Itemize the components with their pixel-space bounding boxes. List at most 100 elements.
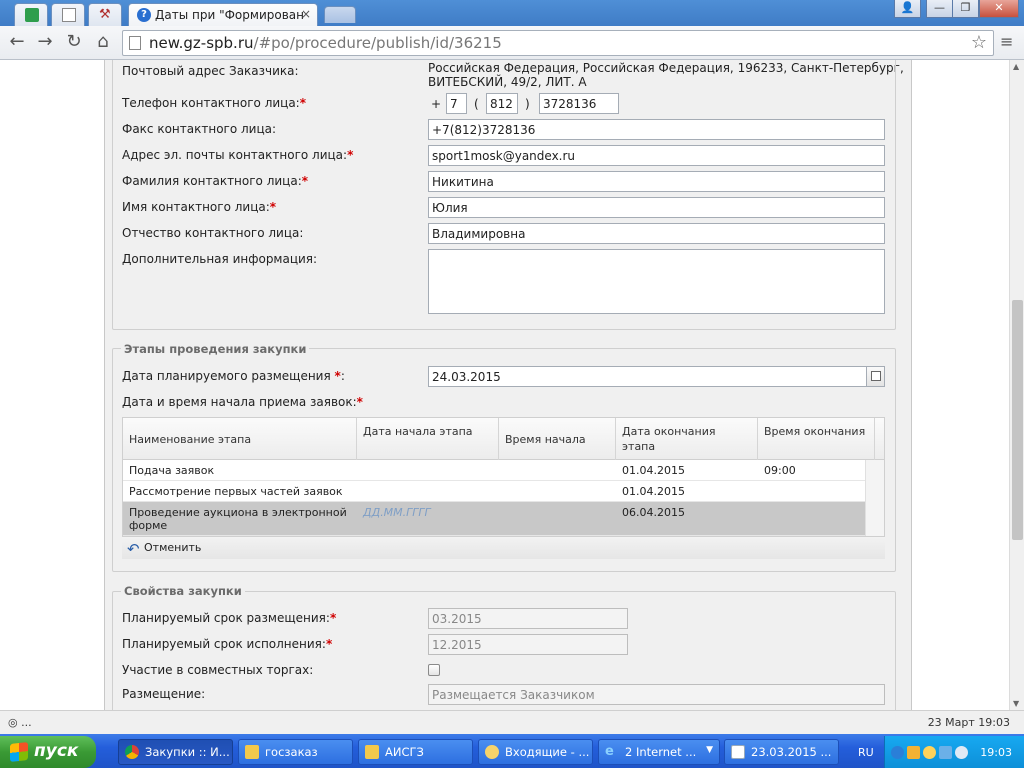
stages-legend: Этапы проведения закупки xyxy=(121,342,310,356)
required-mark: * xyxy=(356,395,363,409)
document-icon xyxy=(62,8,76,22)
taskbar-item-label: 23.03.2015 ... xyxy=(751,745,832,759)
profile-icon[interactable]: 👤 xyxy=(894,0,921,18)
cell-end-time[interactable] xyxy=(758,502,865,506)
taskbar-item-chrome[interactable]: Закупки :: И... xyxy=(118,739,233,765)
windows-taskbar: пуск Закупки :: И... госзаказ АИСГЗ Вход… xyxy=(0,734,1024,768)
address-bar[interactable]: new.gz-spb.ru/#po/procedure/publish/id/3… xyxy=(122,30,994,56)
props-legend: Свойства закупки xyxy=(121,584,245,598)
url-text[interactable]: new.gz-spb.ru/#po/procedure/publish/id/3… xyxy=(149,34,502,52)
tab-active-procedure[interactable]: ? Даты при "Формирование и × xyxy=(128,3,318,26)
col-end-time[interactable]: Время окончания xyxy=(758,418,875,460)
scroll-thumb[interactable] xyxy=(1012,300,1023,540)
cell-start-time[interactable] xyxy=(499,481,616,485)
table-row[interactable]: Подача заявок 01.04.2015 09:00 xyxy=(123,460,865,481)
grid-header: Наименование этапа Дата начала этапа Вре… xyxy=(123,418,884,460)
scroll-down-icon[interactable]: ▼ xyxy=(1013,699,1019,708)
system-tray: 19:03 xyxy=(884,736,1024,768)
menu-icon[interactable]: ≡ xyxy=(1000,32,1013,51)
cell-start-date-placeholder[interactable]: ДД.ММ.ГГГГ xyxy=(357,502,499,519)
cell-end-date[interactable]: 01.04.2015 xyxy=(616,460,758,477)
table-row-selected[interactable]: Проведение аукциона в электронной форме … xyxy=(123,502,865,536)
new-tab-button[interactable] xyxy=(324,6,356,23)
start-label: пуск xyxy=(34,741,79,761)
taskbar-item-label: Закупки :: И... xyxy=(145,745,230,759)
placement-label: Размещение: xyxy=(122,687,206,701)
cell-stage-name: Проведение аукциона в электронной форме xyxy=(129,506,347,532)
execution-period-label: Планируемый срок исполнения:* xyxy=(122,637,332,651)
planned-date-colon: : xyxy=(340,369,345,383)
page-viewport: Почтовый адрес Заказчика: Российская Фед… xyxy=(0,60,1009,710)
help-icon: ? xyxy=(137,8,151,22)
pinned-tab-tools[interactable]: ⚒ xyxy=(88,3,122,26)
taskbar-item-label: госзаказ xyxy=(265,745,318,759)
planned-period-input[interactable]: 03.2015 xyxy=(428,608,628,629)
group-chevron-down-icon[interactable]: ▼ xyxy=(706,745,713,755)
taskbar-item-mail[interactable]: Входящие - ... xyxy=(478,739,593,765)
maximize-icon[interactable]: ❐ xyxy=(952,0,979,18)
bookmark-star-icon[interactable]: ☆ xyxy=(971,32,987,53)
cell-stage-name: Рассмотрение первых частей заявок xyxy=(129,485,343,498)
url-path: /#po/procedure/publish/id/36215 xyxy=(253,34,502,52)
taskbar-item-folder-goszakaz[interactable]: госзаказ xyxy=(238,739,353,765)
chrome-icon xyxy=(125,745,139,759)
pinned-tab-sheets[interactable] xyxy=(14,3,48,26)
col-stage-name[interactable]: Наименование этапа xyxy=(123,418,357,460)
tray-chevron-icon[interactable] xyxy=(891,746,904,759)
planned-period-label-text: Планируемый срок размещения: xyxy=(122,611,330,625)
taskbar-item-internet-explorer[interactable]: e 2 Internet ... ▼ xyxy=(598,739,720,765)
undo-icon[interactable]: ↶ xyxy=(127,540,140,558)
cell-end-date[interactable]: 01.04.2015 xyxy=(616,481,758,498)
browser-tabstrip: ⚒ ? Даты при "Формирование и × 👤 — ❐ ✕ xyxy=(0,0,1024,26)
status-loading-text: ◎ ... xyxy=(8,716,32,729)
page-scrollbar[interactable]: ▲ ▼ xyxy=(1009,60,1024,710)
tab-title: Даты при "Формирование и xyxy=(155,8,305,22)
cell-end-time[interactable] xyxy=(758,481,865,485)
taskbar-item-folder-aisgz[interactable]: АИСГЗ xyxy=(358,739,473,765)
back-arrow-icon[interactable]: ← xyxy=(6,32,28,54)
pinned-tab-document[interactable] xyxy=(51,3,85,26)
required-mark: * xyxy=(325,637,333,651)
table-row[interactable]: Рассмотрение первых частей заявок 01.04.… xyxy=(123,481,865,502)
start-button[interactable]: пуск xyxy=(0,736,96,768)
language-indicator[interactable]: RU xyxy=(858,746,874,759)
close-window-icon[interactable]: ✕ xyxy=(979,0,1019,18)
scroll-up-icon[interactable]: ▲ xyxy=(1013,62,1019,71)
calendar-button[interactable] xyxy=(866,366,885,387)
tray-security-icon[interactable] xyxy=(955,746,968,759)
col-start-date[interactable]: Дата начала этапа xyxy=(357,418,499,460)
tray-clock[interactable]: 19:03 xyxy=(980,746,1012,759)
execution-period-input[interactable]: 12.2015 xyxy=(428,634,628,655)
grid-scrollbar[interactable] xyxy=(865,460,884,536)
tray-mail-icon[interactable] xyxy=(923,746,936,759)
col-end-date[interactable]: Дата окончания этапа xyxy=(616,418,758,460)
cell-end-time[interactable]: 09:00 xyxy=(758,460,865,477)
minimize-icon[interactable]: — xyxy=(926,0,953,18)
taskbar-item-document[interactable]: 23.03.2015 ... xyxy=(724,739,839,765)
cell-start-time[interactable] xyxy=(499,502,616,506)
tray-network-icon[interactable] xyxy=(907,746,920,759)
page-icon xyxy=(129,36,141,50)
start-datetime-label: Дата и время начала приема заявок:* xyxy=(122,395,363,409)
col-start-time[interactable]: Время начала xyxy=(499,418,616,460)
joint-bidding-checkbox[interactable] xyxy=(428,664,440,676)
close-tab-icon[interactable]: × xyxy=(301,7,311,21)
tray-monitor-icon[interactable] xyxy=(939,746,952,759)
forward-arrow-icon[interactable]: → xyxy=(34,32,56,54)
cell-end-date[interactable]: 06.04.2015 xyxy=(616,502,758,519)
cell-start-date[interactable] xyxy=(357,481,499,485)
cell-start-time[interactable] xyxy=(499,460,616,464)
cell-start-date[interactable] xyxy=(357,460,499,464)
taskbar-item-label: АИСГЗ xyxy=(385,745,424,759)
start-datetime-label-text: Дата и время начала приема заявок: xyxy=(122,395,357,409)
stages-grid: Наименование этапа Дата начала этапа Вре… xyxy=(122,417,885,537)
joint-bidding-label: Участие в совместных торгах: xyxy=(122,663,314,677)
home-icon[interactable]: ⌂ xyxy=(92,32,114,54)
placement-input[interactable]: Размещается Заказчиком xyxy=(428,684,885,705)
planned-date-input[interactable]: 24.03.2015 xyxy=(428,366,867,387)
windows-logo-icon xyxy=(10,742,28,762)
undo-button[interactable]: Отменить xyxy=(144,541,201,554)
reload-icon[interactable]: ↻ xyxy=(63,32,85,54)
planned-date-label: Дата планируемого размещения *: xyxy=(122,369,345,383)
grid-toolbar: ↶ Отменить xyxy=(122,537,885,559)
